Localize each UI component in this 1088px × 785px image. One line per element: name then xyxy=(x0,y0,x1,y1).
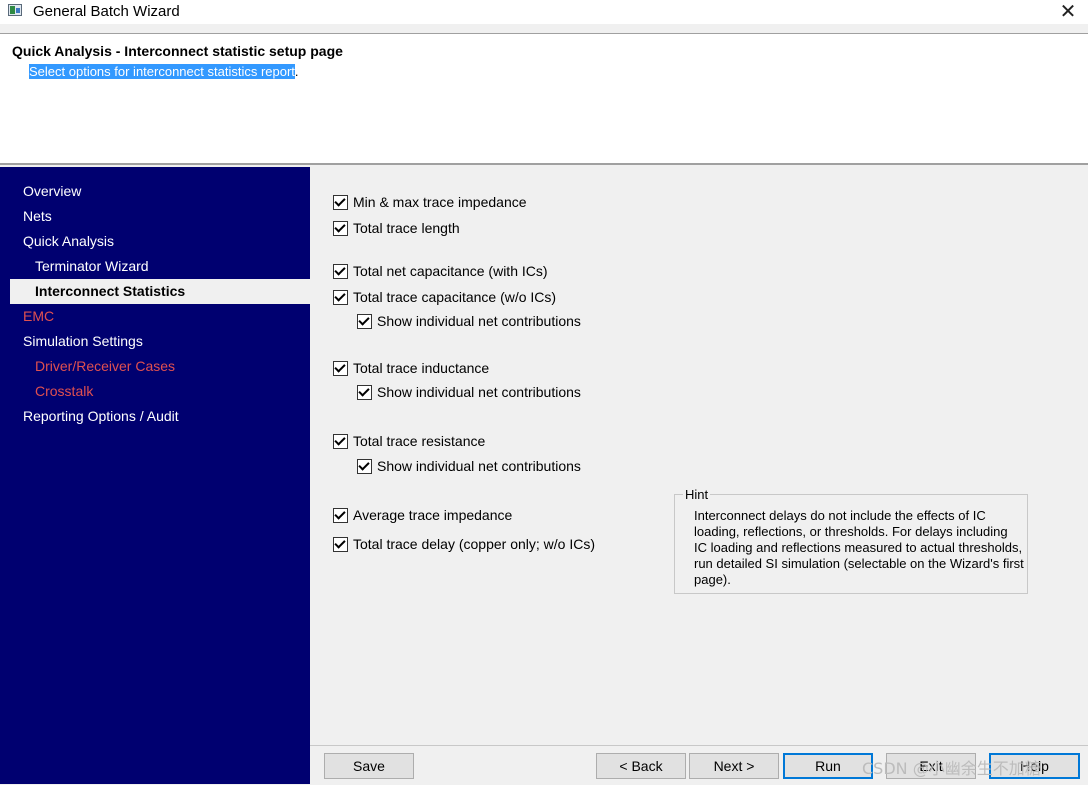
checkbox-label: Total trace resistance xyxy=(353,433,486,449)
checkbox-checked-icon[interactable] xyxy=(333,220,348,236)
checkbox-label: Total net capacitance (with ICs) xyxy=(353,263,548,279)
checkbox-checked-icon[interactable] xyxy=(333,507,348,523)
checkbox-inductance-net-contributions[interactable]: Show individual net contributions xyxy=(357,382,581,402)
checkbox-total-trace-resistance[interactable]: Total trace resistance xyxy=(333,431,485,451)
wizard-header: Quick Analysis - Interconnect statistic … xyxy=(0,33,1088,165)
checkbox-label: Total trace capacitance (w/o ICs) xyxy=(353,289,557,305)
checkbox-checked-icon[interactable] xyxy=(333,263,348,279)
checkbox-checked-icon[interactable] xyxy=(357,313,372,329)
checkbox-total-trace-capacitance[interactable]: Total trace capacitance (w/o ICs) xyxy=(333,287,556,307)
checkbox-checked-icon[interactable] xyxy=(333,360,348,376)
sidebar-item-terminator-wizard[interactable]: Terminator Wizard xyxy=(0,254,345,279)
checkbox-label: Average trace impedance xyxy=(353,507,513,523)
checkbox-resistance-net-contributions[interactable]: Show individual net contributions xyxy=(357,456,581,476)
checkbox-checked-icon[interactable] xyxy=(333,194,348,210)
page-subtitle: Select options for interconnect statisti… xyxy=(29,64,299,79)
checkbox-min-max-impedance[interactable]: Min & max trace impedance xyxy=(333,192,527,212)
checkbox-total-trace-delay[interactable]: Total trace delay (copper only; w/o ICs) xyxy=(333,534,595,554)
sidebar-item-overview[interactable]: Overview xyxy=(0,179,333,204)
checkbox-checked-icon[interactable] xyxy=(357,384,372,400)
hint-groupbox: Hint Interconnect delays do not include … xyxy=(674,487,1028,594)
checkbox-total-net-capacitance[interactable]: Total net capacitance (with ICs) xyxy=(333,261,548,281)
sidebar-item-emc[interactable]: EMC xyxy=(0,304,333,329)
checkbox-checked-icon[interactable] xyxy=(333,536,348,552)
checkbox-label: Total trace length xyxy=(353,220,460,236)
sidebar-item-reporting-options[interactable]: Reporting Options / Audit xyxy=(0,404,333,429)
checkbox-checked-icon[interactable] xyxy=(333,433,348,449)
title-bar: General Batch Wizard ✕ xyxy=(0,0,1088,24)
checkbox-label: Total trace delay (copper only; w/o ICs) xyxy=(353,536,595,552)
page-subtitle-selected: Select options for interconnect statisti… xyxy=(29,64,295,79)
checkbox-label: Show individual net contributions xyxy=(377,384,581,400)
save-button[interactable]: Save xyxy=(324,753,414,779)
close-icon[interactable]: ✕ xyxy=(1058,0,1078,22)
hint-text: Interconnect delays do not include the e… xyxy=(694,508,1024,587)
page-title: Quick Analysis - Interconnect statistic … xyxy=(12,43,343,59)
checkbox-label: Min & max trace impedance xyxy=(353,194,527,210)
run-button[interactable]: Run xyxy=(783,753,873,779)
back-button[interactable]: < Back xyxy=(596,753,686,779)
hint-legend: Hint xyxy=(683,487,711,502)
sidebar-item-nets[interactable]: Nets xyxy=(0,204,333,229)
window-title: General Batch Wizard xyxy=(33,3,180,20)
app-window-icon xyxy=(8,4,22,16)
checkbox-label: Total trace inductance xyxy=(353,360,490,376)
sidebar-item-crosstalk[interactable]: Crosstalk xyxy=(0,379,345,404)
checkbox-average-trace-impedance[interactable]: Average trace impedance xyxy=(333,505,512,525)
checkbox-label: Show individual net contributions xyxy=(377,313,581,329)
checkbox-checked-icon[interactable] xyxy=(333,289,348,305)
sidebar-item-interconnect-statistics[interactable]: Interconnect Statistics xyxy=(10,279,335,304)
checkbox-checked-icon[interactable] xyxy=(357,458,372,474)
checkbox-total-trace-length[interactable]: Total trace length xyxy=(333,218,460,238)
wizard-sidebar: Overview Nets Quick Analysis Terminator … xyxy=(0,167,335,784)
next-button[interactable]: Next > xyxy=(689,753,779,779)
checkbox-label: Show individual net contributions xyxy=(377,458,581,474)
sidebar-item-quick-analysis[interactable]: Quick Analysis xyxy=(0,229,333,254)
page-subtitle-rest: . xyxy=(294,64,299,79)
checkbox-capacitance-net-contributions[interactable]: Show individual net contributions xyxy=(357,311,581,331)
sidebar-item-driver-receiver-cases[interactable]: Driver/Receiver Cases xyxy=(0,354,345,379)
checkbox-total-trace-inductance[interactable]: Total trace inductance xyxy=(333,358,489,378)
watermark: CSDN @小幽余生不加糖 xyxy=(862,759,1041,778)
sidebar-item-simulation-settings[interactable]: Simulation Settings xyxy=(0,329,333,354)
